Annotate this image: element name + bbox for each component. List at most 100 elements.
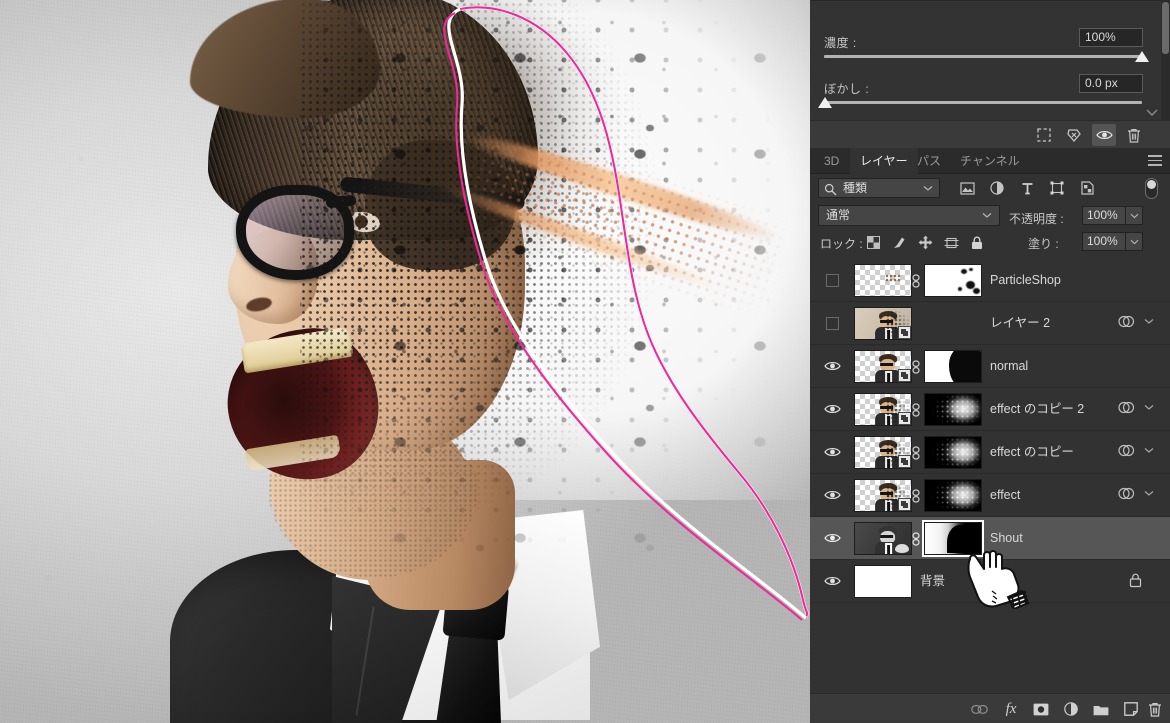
layer-thumbnail[interactable] [854, 479, 912, 512]
layer-effects-icon[interactable] [1118, 314, 1136, 332]
table-row[interactable]: effect のコピー [810, 431, 1170, 474]
layer-thumbnail[interactable] [854, 393, 912, 426]
layer-thumbnail[interactable] [854, 436, 912, 469]
fill-stepper-chevron[interactable] [1126, 232, 1143, 251]
filter-kind-select[interactable]: 種類 [818, 178, 940, 198]
table-row[interactable]: effect のコピー 2 [810, 388, 1170, 431]
new-layer-button[interactable] [1120, 699, 1142, 719]
adjustment-layer-button[interactable] [1060, 699, 1082, 719]
feather-slider-thumb[interactable] [818, 97, 832, 108]
properties-scrollbar-thumb[interactable] [1162, 2, 1169, 54]
lock-artboard-button[interactable] [942, 234, 960, 251]
filter-shape-icon[interactable] [1048, 180, 1066, 196]
layer-visibility-toggle[interactable] [818, 517, 846, 559]
table-row[interactable]: ParticleShop [810, 259, 1170, 302]
add-mask-button[interactable] [1030, 699, 1052, 719]
layer-mask-thumbnail[interactable] [924, 350, 982, 383]
density-slider-track[interactable] [824, 55, 1142, 58]
layer-effects-icon[interactable] [1118, 443, 1136, 461]
table-row[interactable]: effect [810, 474, 1170, 517]
layer-visibility-toggle[interactable] [818, 345, 846, 387]
blend-mode-chevron-icon [982, 213, 992, 218]
panel-menu-icon[interactable] [1148, 155, 1162, 169]
layer-mask-link-icon[interactable] [910, 359, 922, 374]
mask-icon [1033, 703, 1049, 715]
layer-visibility-toggle[interactable] [818, 560, 846, 602]
lock-transparent-pixels-button[interactable] [864, 234, 882, 251]
layer-mask-link-icon[interactable] [910, 402, 922, 417]
new-group-button[interactable] [1090, 699, 1112, 719]
lock-position-icon [918, 235, 932, 250]
blend-mode-select[interactable]: 通常 [818, 205, 1000, 226]
layer-name[interactable]: effect [990, 474, 1020, 516]
layer-visibility-toggle[interactable] [818, 431, 846, 473]
layer-name[interactable]: normal [990, 345, 1028, 387]
layer-list[interactable]: ParticleShop レイヤー 2 normal effect のコピー 2… [810, 259, 1170, 679]
layer-mask-thumbnail[interactable] [924, 479, 982, 512]
opacity-stepper-chevron[interactable] [1126, 206, 1143, 225]
layer-effects-icon[interactable] [1118, 400, 1136, 418]
load-selection-from-mask-button[interactable] [1032, 124, 1056, 146]
layer-visibility-toggle[interactable] [818, 302, 846, 344]
selection-path-overlay[interactable] [0, 0, 810, 723]
layer-name[interactable]: 背景 [920, 560, 945, 602]
properties-scrollbar-track[interactable] [1161, 0, 1170, 120]
density-value-input[interactable]: 100% [1079, 28, 1143, 47]
image-canvas[interactable] [0, 0, 810, 723]
tab-channels[interactable]: チャンネル [950, 148, 1030, 174]
delete-mask-button[interactable] [1122, 124, 1146, 146]
apply-mask-button[interactable] [1062, 124, 1086, 146]
lock-position-button[interactable] [916, 234, 934, 251]
layers-panel: 3D レイヤー パス チャンネル 種類 通常 不透明度: 100% ロック:… [810, 148, 1170, 723]
opacity-label: 不透明度 : [1009, 212, 1064, 226]
layer-thumbnail[interactable] [854, 307, 912, 340]
chevron-down-icon[interactable] [1144, 318, 1154, 325]
tab-3d[interactable]: 3D [814, 148, 849, 174]
layer-name[interactable]: レイヤー 2 [990, 302, 1050, 344]
filter-adjustment-icon[interactable] [988, 180, 1006, 196]
feather-value-input[interactable]: 0.0 px [1079, 74, 1143, 93]
table-row[interactable]: normal [810, 345, 1170, 388]
chevron-down-icon[interactable] [1144, 490, 1154, 497]
layer-thumbnail[interactable] [854, 350, 912, 383]
layer-thumbnail[interactable] [854, 565, 912, 598]
layer-thumbnail[interactable] [854, 264, 912, 297]
layer-visibility-toggle[interactable] [818, 388, 846, 430]
filter-text-icon[interactable] [1018, 180, 1036, 196]
layer-mask-thumbnail[interactable] [924, 393, 982, 426]
layer-mask-link-icon[interactable] [910, 531, 922, 546]
properties-collapse-chevron-icon[interactable] [1146, 108, 1158, 118]
layer-mask-link-icon[interactable] [910, 273, 922, 288]
toggle-mask-visibility-button[interactable] [1092, 124, 1116, 146]
layer-visibility-toggle[interactable] [818, 474, 846, 516]
link-layers-button[interactable] [968, 699, 990, 719]
chevron-down-icon[interactable] [1144, 447, 1154, 454]
filter-smartobject-icon[interactable] [1078, 180, 1096, 196]
density-slider-thumb[interactable] [1135, 51, 1149, 62]
fill-label: 塗り : [1028, 237, 1059, 251]
layer-effects-icon[interactable] [1118, 486, 1136, 504]
lock-image-pixels-button[interactable] [890, 234, 908, 251]
layer-mask-thumbnail[interactable] [924, 436, 982, 469]
filter-enable-toggle[interactable] [1145, 178, 1158, 199]
layer-thumbnail[interactable] [854, 522, 912, 555]
layer-style-button[interactable]: fx [1000, 699, 1022, 719]
layer-mask-thumbnail[interactable] [924, 264, 982, 297]
layer-mask-link-icon[interactable] [910, 488, 922, 503]
panel-tabbar: 3D レイヤー パス チャンネル [810, 148, 1170, 174]
fill-input[interactable]: 100% [1082, 232, 1126, 251]
opacity-input[interactable]: 100% [1082, 206, 1126, 225]
lock-all-button[interactable] [968, 234, 986, 251]
layer-name[interactable]: effect のコピー 2 [990, 388, 1084, 430]
filter-image-icon[interactable] [958, 180, 976, 196]
search-icon [824, 183, 837, 196]
layer-name[interactable]: effect のコピー [990, 431, 1074, 473]
layer-visibility-toggle[interactable] [818, 259, 846, 301]
tab-paths[interactable]: パス [907, 148, 951, 174]
delete-layer-button[interactable] [1146, 699, 1164, 719]
chevron-down-icon[interactable] [1144, 404, 1154, 411]
feather-slider-track[interactable] [824, 101, 1142, 104]
layer-name[interactable]: ParticleShop [990, 259, 1061, 301]
layer-mask-link-icon[interactable] [910, 445, 922, 460]
table-row[interactable]: レイヤー 2 [810, 302, 1170, 345]
